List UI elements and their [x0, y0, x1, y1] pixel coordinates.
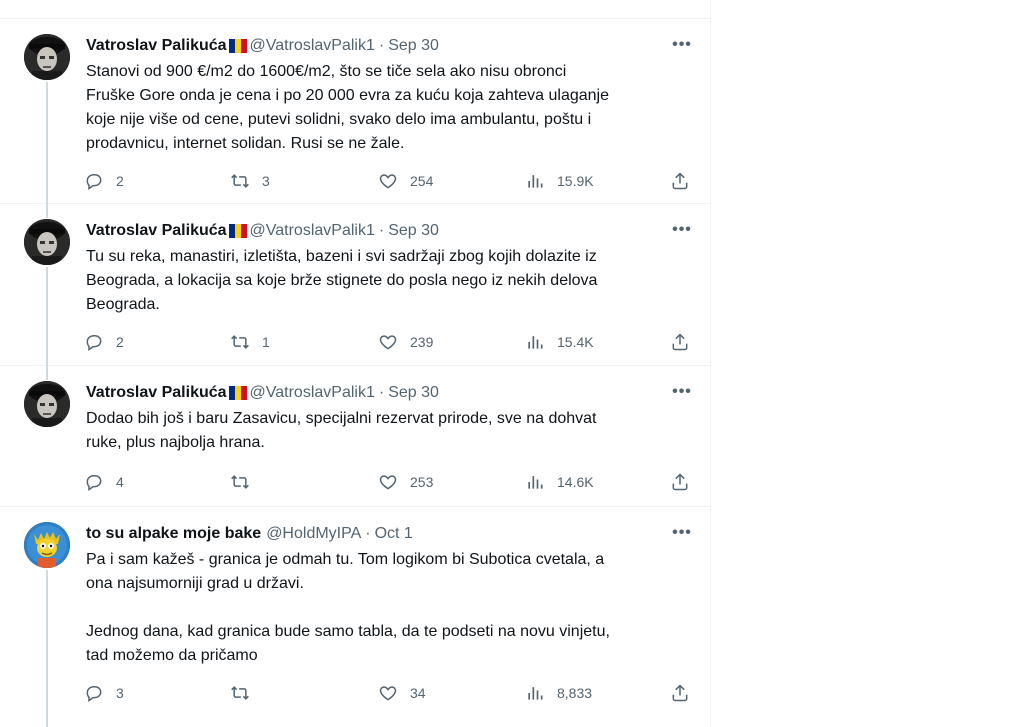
- share-icon: [672, 333, 688, 351]
- share-button[interactable]: [670, 471, 690, 493]
- retweet-icon: [231, 335, 249, 349]
- avatar[interactable]: [24, 522, 70, 568]
- more-icon[interactable]: •••: [671, 222, 693, 244]
- author-handle[interactable]: @VatroslavPalik1: [250, 221, 375, 241]
- share-icon: [672, 473, 688, 491]
- reply-count: 2: [116, 173, 124, 189]
- view-count: 15.4K: [557, 334, 594, 350]
- tweet-actions: 2 1 239 15.4K: [84, 331, 696, 353]
- retweet-button[interactable]: [230, 471, 262, 493]
- views-button[interactable]: 8,833: [525, 682, 592, 704]
- tweet-date[interactable]: Oct 1: [375, 524, 413, 544]
- previous-tweet-edge: [0, 0, 711, 19]
- thread-line: [46, 204, 48, 218]
- tweet[interactable]: to su alpake moje bake @HoldMyIPA · Oct …: [0, 507, 711, 727]
- view-count: 14.6K: [557, 474, 594, 490]
- tweet-date[interactable]: Sep 30: [388, 221, 439, 241]
- views-icon: [528, 336, 543, 349]
- author-name[interactable]: Vatroslav Palikuća: [86, 36, 227, 56]
- tweet[interactable]: Vatroslav Palikuća @VatroslavPalik1 · Se…: [0, 19, 711, 204]
- avatar[interactable]: [24, 34, 70, 80]
- reply-count: 4: [116, 474, 124, 490]
- like-count: 34: [410, 685, 426, 701]
- avatar[interactable]: [24, 381, 70, 427]
- like-count: 239: [410, 334, 434, 350]
- tweet-text: Stanovi od 900 €/m2 do 1600€/m2, što se …: [86, 63, 609, 152]
- reply-icon: [86, 475, 102, 491]
- thread-line: [46, 82, 48, 204]
- views-button[interactable]: 14.6K: [525, 471, 594, 493]
- views-button[interactable]: 15.4K: [525, 331, 594, 353]
- views-icon: [528, 175, 543, 188]
- thread-line: [46, 570, 48, 727]
- tweet-text: Pa i sam kažeš - granica je odmah tu. To…: [86, 551, 610, 664]
- author-handle[interactable]: @VatroslavPalik1: [250, 36, 375, 56]
- reply-button[interactable]: 3: [84, 682, 124, 704]
- share-button[interactable]: [670, 682, 690, 704]
- view-count: 15.9K: [557, 173, 594, 189]
- timeline-column: Vatroslav Palikuća @VatroslavPalik1 · Se…: [0, 0, 711, 727]
- thread-line: [46, 267, 48, 366]
- heart-icon: [379, 475, 397, 490]
- author-name[interactable]: Vatroslav Palikuća: [86, 383, 227, 403]
- romania-flag-icon: [228, 386, 247, 400]
- retweet-button[interactable]: 1: [230, 331, 270, 353]
- more-icon[interactable]: •••: [671, 525, 693, 547]
- tweet-date[interactable]: Sep 30: [388, 36, 439, 56]
- retweet-icon: [231, 686, 249, 700]
- retweet-icon: [231, 174, 249, 188]
- reply-icon: [86, 335, 102, 351]
- reply-count: 3: [116, 685, 124, 701]
- views-button[interactable]: 15.9K: [525, 170, 594, 192]
- reply-button[interactable]: 2: [84, 170, 124, 192]
- like-button[interactable]: 239: [378, 331, 433, 353]
- views-icon: [528, 687, 543, 700]
- like-button[interactable]: 34: [378, 682, 426, 704]
- retweet-icon: [231, 475, 249, 489]
- retweet-button[interactable]: 3: [230, 170, 270, 192]
- share-icon: [672, 172, 688, 190]
- author-name[interactable]: to su alpake moje bake: [86, 524, 261, 544]
- retweet-button[interactable]: [230, 682, 262, 704]
- tweet-actions: 3 34 8,833: [84, 682, 696, 704]
- tweet-text: Dodao bih još i baru Zasavicu, specijaln…: [86, 410, 597, 451]
- thread-line: [46, 366, 48, 380]
- heart-icon: [379, 174, 397, 189]
- tweet-text: Tu su reka, manastiri, izletišta, bazeni…: [86, 248, 598, 313]
- like-count: 254: [410, 173, 434, 189]
- reply-button[interactable]: 2: [84, 331, 124, 353]
- tweet[interactable]: Vatroslav Palikuća @VatroslavPalik1 · Se…: [0, 204, 711, 366]
- views-icon: [528, 476, 543, 489]
- heart-icon: [379, 335, 397, 350]
- view-count: 8,833: [557, 685, 593, 701]
- share-button[interactable]: [670, 170, 690, 192]
- author-handle[interactable]: @VatroslavPalik1: [250, 383, 375, 403]
- tweet-date[interactable]: Sep 30: [388, 383, 439, 403]
- reply-count: 2: [116, 334, 124, 350]
- retweet-count: 3: [262, 173, 270, 189]
- romania-flag-icon: [228, 39, 247, 53]
- reply-button[interactable]: 4: [84, 471, 124, 493]
- reply-icon: [86, 686, 102, 702]
- reply-icon: [86, 174, 102, 190]
- tweet-actions: 2 3 254 15.9K: [84, 170, 696, 192]
- tweet[interactable]: Vatroslav Palikuća @VatroslavPalik1 · Se…: [0, 366, 711, 507]
- like-count: 253: [410, 474, 434, 490]
- share-icon: [672, 684, 688, 702]
- like-button[interactable]: 254: [378, 170, 433, 192]
- avatar[interactable]: [24, 219, 70, 265]
- heart-icon: [379, 686, 397, 701]
- more-icon[interactable]: •••: [671, 37, 693, 59]
- romania-flag-icon: [228, 224, 247, 238]
- tweet-actions: 4 253 14.6K: [84, 471, 696, 493]
- retweet-count: 1: [262, 334, 270, 350]
- share-button[interactable]: [670, 331, 690, 353]
- like-button[interactable]: 253: [378, 471, 433, 493]
- author-name[interactable]: Vatroslav Palikuća: [86, 221, 227, 241]
- more-icon[interactable]: •••: [671, 384, 693, 406]
- author-handle[interactable]: @HoldMyIPA: [266, 524, 361, 544]
